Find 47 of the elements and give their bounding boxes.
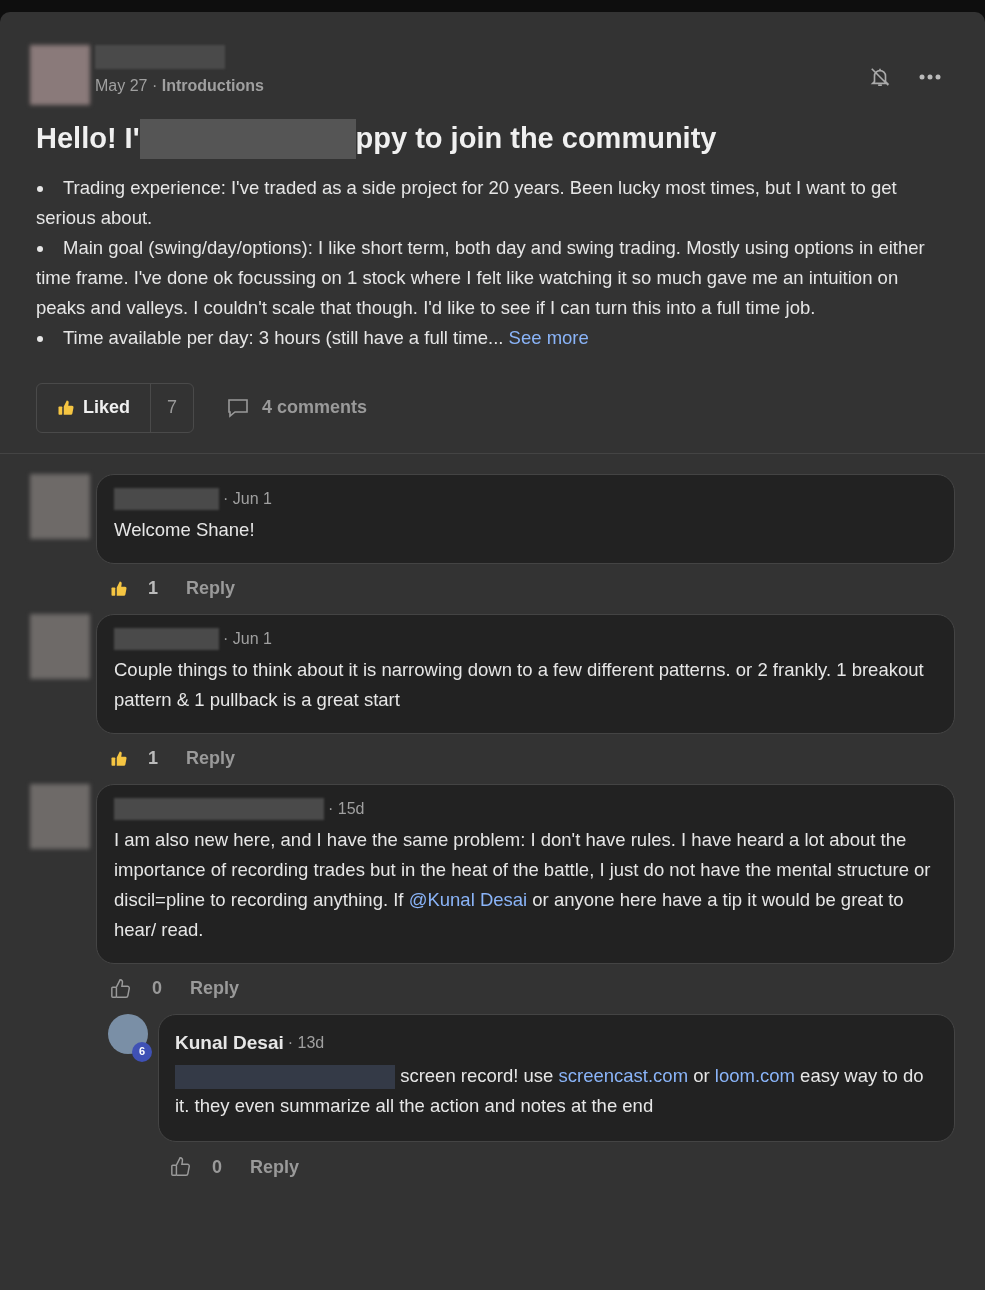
like-button[interactable]: 0: [170, 1153, 222, 1181]
comment-date: · Jun 1: [223, 488, 272, 509]
avatar: [30, 783, 90, 849]
bullet-text: Time available per day: 3 hours (still have a full time... See more: [36, 322, 925, 353]
thumbs-up-icon: [110, 749, 128, 768]
thumbs-up-icon: [110, 579, 128, 598]
avatar: [30, 613, 90, 679]
comment-date: · Jun 1: [223, 628, 272, 649]
see-more-link[interactable]: See more: [508, 326, 589, 348]
comment-text: screen record! use screencast.com or loom.com easy way to do it. they even summarize all the action and notes at the end: [175, 1064, 925, 1118]
comments-button[interactable]: 4 comments: [226, 394, 368, 421]
bell-off-icon[interactable]: [869, 65, 891, 89]
comment-date: · 15d: [328, 798, 365, 819]
comment-date: · 13d: [287, 1032, 325, 1053]
link[interactable]: loom.com: [714, 1065, 795, 1086]
level-badge: 6: [132, 1041, 152, 1062]
post-date: May 27: [95, 77, 148, 94]
link[interactable]: screencast.com: [558, 1065, 689, 1086]
thumbs-up-icon: [57, 398, 75, 417]
like-button[interactable]: Liked 7: [36, 382, 195, 433]
like-button[interactable]: 0: [110, 975, 162, 1002]
link[interactable]: @Kunal Desai: [408, 888, 528, 910]
bullet-icon: [37, 335, 43, 342]
more-icon[interactable]: [919, 74, 941, 80]
separator: ·: [150, 77, 159, 94]
thumbs-up-icon: [170, 1156, 192, 1178]
thumbs-up-icon: [110, 977, 132, 1000]
author-name[interactable]: Kunal Desai: [175, 1028, 284, 1057]
like-button[interactable]: 1: [110, 745, 158, 772]
bullet-icon: [37, 185, 43, 192]
post-title: Hello! I' ppy to join the community: [36, 117, 955, 161]
speech-bubble-icon: [226, 396, 251, 419]
reply-button[interactable]: Reply: [186, 575, 236, 602]
comment-text: Welcome Shane!: [114, 517, 256, 542]
comment-text: Couple things to think about it is narrowing down to a few different patterns. or 2 frankly. 1 breakout pattern & 1 pullback is a great start: [114, 657, 925, 712]
bullet-text: Trading experience: I've traded as a side project for 20 years. Been lucky most times, but I want to get serious about.: [36, 175, 898, 230]
reply-button[interactable]: Reply: [190, 975, 240, 1002]
avatar: [30, 45, 90, 105]
avatar: [30, 473, 90, 539]
avatar: [108, 1013, 148, 1054]
bullet-icon: [37, 245, 43, 252]
category-link[interactable]: Introductions: [161, 77, 264, 94]
like-button[interactable]: 1: [110, 575, 158, 602]
bullet-text: Main goal (swing/day/options): I like short term, both day and swing trading. Mostly using options in either time frame. I've done ok focussing on 1 stock where I felt like watching it so much gave me an intuition on peaks and valleys. I couldn't scale that though. I'd like to see if I can turn this into a full time job.: [36, 235, 925, 320]
comment-text: I am also new here, and I have the same problem: I don't have rules. I have heard a lot about the importance of recording trades but in the heat of the battle, I just do not have the mental structure or discil=pline to recording anything. If @Kunal Desai or anyone here have a tip it would be great to hear/ read.: [114, 827, 932, 942]
reply-button[interactable]: Reply: [250, 1153, 300, 1181]
reply-button[interactable]: Reply: [186, 745, 236, 772]
